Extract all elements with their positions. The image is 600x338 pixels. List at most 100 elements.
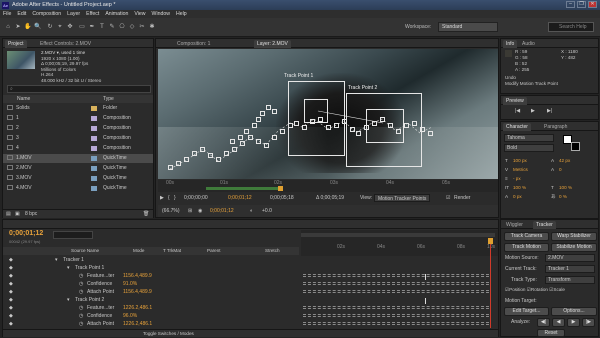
motion-source-select[interactable]: 2.MOV <box>545 254 595 262</box>
baseline-shift-value[interactable]: 0 px <box>513 192 522 201</box>
layer-time-ruler[interactable]: 00s 01s 02s 03s 04s 05s <box>158 180 498 192</box>
set-out-icon[interactable]: } <box>174 193 176 203</box>
track-motion-button[interactable]: Track Motion <box>504 243 549 252</box>
menu-item-window[interactable]: Window <box>152 10 170 18</box>
timeline-current-time[interactable]: 0;00;01;12 <box>9 230 43 237</box>
menu-item-composition[interactable]: Composition <box>32 10 61 18</box>
font-family-select[interactable]: Tahoma <box>504 134 554 142</box>
twirl-down-icon[interactable]: ▾ <box>55 256 58 264</box>
timeline-property-row[interactable]: ◆ ◷ Attach Point 1156.4,489.9 <box>3 288 299 296</box>
tab-composition[interactable]: Composition: 1 <box>174 40 213 48</box>
motion-keyframe-marker[interactable] <box>280 129 285 134</box>
motion-keyframe-marker[interactable] <box>238 135 243 140</box>
label-color-swatch[interactable] <box>91 166 97 171</box>
motion-keyframe-marker[interactable] <box>428 131 433 136</box>
motion-keyframe-marker[interactable] <box>232 147 237 152</box>
tracking-value[interactable]: 0 <box>559 165 562 174</box>
zoom-tool-icon[interactable]: 🔍 <box>34 23 42 31</box>
viewer-time-label[interactable]: 0;00;01;12 <box>210 205 234 217</box>
motion-keyframe-marker[interactable] <box>208 153 213 158</box>
in-time-label[interactable]: 0;00;00;00 <box>184 193 208 203</box>
motion-keyframe-marker[interactable] <box>248 135 253 140</box>
home-icon[interactable]: ⌂ <box>4 23 12 31</box>
project-item[interactable]: 2 Composition <box>3 124 153 133</box>
motion-keyframe-marker[interactable] <box>216 157 221 162</box>
column-trkmat[interactable]: T TrkMat <box>163 247 181 255</box>
track-camera-button[interactable]: Track Camera <box>504 232 549 241</box>
motion-keyframe-marker[interactable] <box>256 139 261 144</box>
motion-keyframe-marker[interactable] <box>272 135 277 140</box>
stroke-color-swatch[interactable] <box>571 142 580 151</box>
play-preview-icon[interactable]: ▶ <box>531 108 535 114</box>
puppet-tool-icon[interactable]: ✱ <box>148 23 156 31</box>
menu-item-animation[interactable]: Animation <box>105 10 128 18</box>
new-folder-icon[interactable]: ▣ <box>15 210 20 219</box>
track-type-select[interactable]: Transform <box>545 276 595 284</box>
tab-preview[interactable]: Preview <box>503 97 527 105</box>
render-checkbox[interactable]: ☑ <box>446 193 450 203</box>
property-value[interactable]: 91.0% <box>123 280 137 288</box>
column-name[interactable]: Name <box>17 95 30 103</box>
tab-layer[interactable]: Layer: 2.MOV <box>254 40 291 48</box>
project-item[interactable]: Solids Folder <box>3 104 153 113</box>
tab-info[interactable]: Info <box>503 40 518 48</box>
project-item[interactable]: 3.MOV QuickTime <box>3 174 153 183</box>
rotate-tool-icon[interactable]: ↻ <box>46 23 54 31</box>
trash-icon[interactable]: 🗑 <box>143 210 149 219</box>
menu-item-layer[interactable]: Layer <box>67 10 80 18</box>
keyframe-navigator-icon[interactable]: ◆ <box>9 280 13 288</box>
column-mode[interactable]: Mode <box>133 247 145 255</box>
project-item[interactable]: 4 Composition <box>3 144 153 153</box>
stopwatch-icon[interactable]: ◷ <box>79 312 83 320</box>
eraser-tool-icon[interactable]: ◇ <box>128 23 136 31</box>
timeline-property-row[interactable]: ◆ ◷ Confidence 91.0% <box>3 280 299 288</box>
menu-item-edit[interactable]: Edit <box>17 10 26 18</box>
motion-keyframe-marker[interactable] <box>264 143 269 148</box>
stopwatch-icon[interactable]: ◷ <box>79 304 83 312</box>
label-color-swatch[interactable] <box>91 116 97 121</box>
edit-target-button[interactable]: Edit Target... <box>504 307 549 316</box>
project-item[interactable]: 4.MOV QuickTime <box>3 184 153 193</box>
label-color-swatch[interactable] <box>91 146 97 151</box>
selection-tool-icon[interactable]: ➤ <box>14 23 22 31</box>
hand-tool-icon[interactable]: ✋ <box>24 23 32 31</box>
analyze-forward-one-frame-button[interactable]: |▶ <box>582 318 595 327</box>
column-source-name[interactable]: Source Name <box>71 247 99 255</box>
kerning-value[interactable]: Metrics <box>513 165 528 174</box>
motion-keyframe-marker[interactable] <box>240 141 245 146</box>
help-search-input[interactable]: Search Help <box>548 22 594 32</box>
keyframe-track[interactable] <box>303 306 489 309</box>
label-color-swatch[interactable] <box>91 186 97 191</box>
property-value[interactable]: 1156.4,489.9 <box>123 272 152 280</box>
column-type[interactable]: Type <box>103 95 114 103</box>
tab-paragraph[interactable]: Paragraph <box>541 123 570 131</box>
timeline-property-row[interactable]: ◆ ◷ Attach Point 1226.2,486.1 <box>3 320 299 328</box>
type-tool-icon[interactable]: T <box>98 23 106 31</box>
motion-keyframe-marker[interactable] <box>200 147 205 152</box>
stopwatch-icon[interactable]: ◷ <box>79 320 83 328</box>
stabilize-motion-button[interactable]: Stabilize Motion <box>551 243 597 252</box>
project-item[interactable]: 2.MOV QuickTime <box>3 164 153 173</box>
motion-keyframe-marker[interactable] <box>244 129 249 134</box>
property-value[interactable]: 96.0% <box>123 312 137 320</box>
timeline-search-input[interactable] <box>53 231 93 239</box>
workspace-select[interactable]: Standard <box>438 22 498 32</box>
time-navigator[interactable] <box>301 233 495 237</box>
timeline-property-row[interactable]: ◆ ▾ Tracker 1 <box>3 256 299 264</box>
analyze-backward-button[interactable]: ◀ <box>552 318 565 327</box>
keyframe-track[interactable] <box>303 322 489 325</box>
tab-audio[interactable]: Audio <box>519 40 538 48</box>
motion-keyframe-marker[interactable] <box>168 165 173 170</box>
menu-item-effect[interactable]: Effect <box>86 10 99 18</box>
stopwatch-icon[interactable]: ◷ <box>79 288 83 296</box>
timeline-ruler[interactable]: 02s 04s 06s 08s 10s <box>301 230 498 256</box>
keyframe-track[interactable] <box>303 274 489 277</box>
project-item[interactable]: 1.MOV QuickTime <box>3 154 153 163</box>
motion-keyframe-marker[interactable] <box>184 157 189 162</box>
timeline-property-row[interactable]: ◆ ◷ Feature...ter 1156.4,489.9 <box>3 272 299 280</box>
color-channel-icon[interactable]: ◐ <box>250 205 253 217</box>
stopwatch-icon[interactable]: ◷ <box>79 272 83 280</box>
tab-effect-controls[interactable]: Effect Controls: 2.MOV <box>37 40 94 48</box>
property-value[interactable]: 1156.4,489.9 <box>123 288 152 296</box>
menu-item-help[interactable]: Help <box>176 10 187 18</box>
